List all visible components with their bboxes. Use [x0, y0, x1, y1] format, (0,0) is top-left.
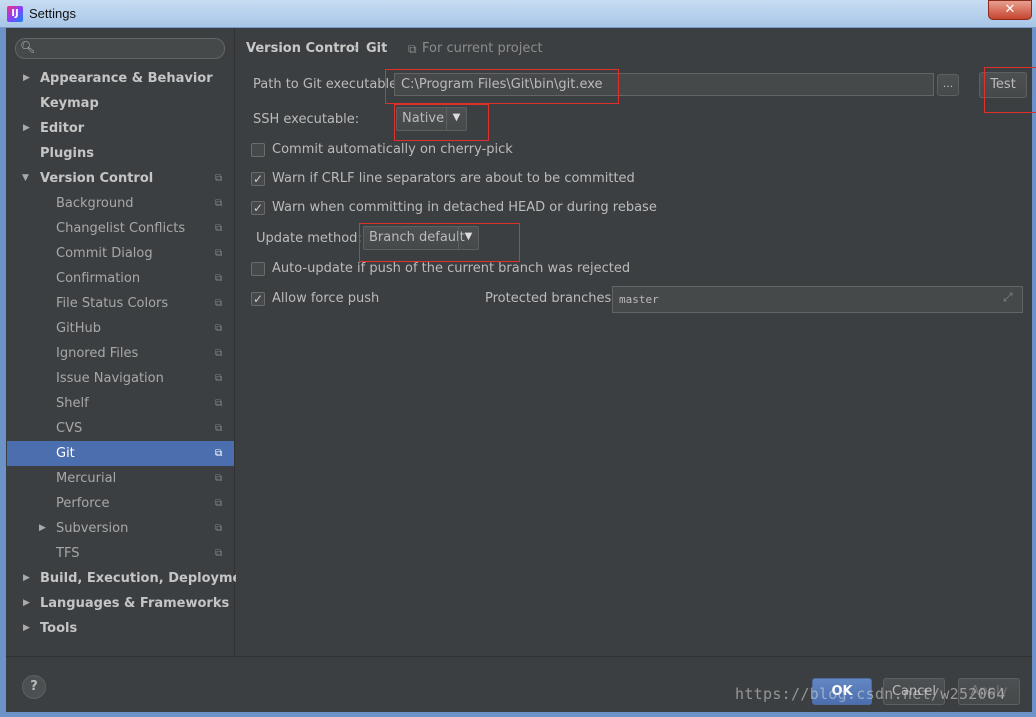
project-scope-icon: ⧉ [215, 498, 223, 509]
sidebar-item-background[interactable]: Background ⧉ [7, 191, 234, 216]
sidebar-item-build-execution-deployment[interactable]: ▶ Build, Execution, Deployment [7, 566, 257, 591]
dialog-footer: ? OK Cancel Apply [6, 656, 1032, 712]
project-scope-icon: ⧉ [215, 398, 223, 409]
project-scope-icon: ⧉ [215, 273, 223, 284]
expand-arrow-icon[interactable]: ▶ [23, 116, 30, 141]
close-window-button[interactable]: ✕ [988, 0, 1032, 20]
sidebar-item-editor[interactable]: ▶ Editor [7, 116, 234, 141]
highlight-box [984, 67, 1036, 113]
help-button[interactable]: ? [22, 675, 46, 699]
project-scope-icon: ⧉ [215, 473, 223, 484]
sidebar-item-keymap[interactable]: Keymap [7, 91, 234, 116]
project-scope-icon: ⧉ [215, 523, 223, 534]
highlight-box [394, 104, 489, 141]
sidebar-item-github[interactable]: GitHub ⧉ [7, 316, 234, 341]
auto-update-checkbox[interactable] [251, 262, 265, 276]
search-input[interactable] [38, 41, 218, 56]
project-scope-icon: ⧉ [215, 198, 223, 209]
project-scope-icon: ⧉ [215, 223, 223, 234]
search-icon[interactable]: 🔍︎ [20, 40, 35, 54]
project-scope-icon: ⧉ [215, 173, 223, 184]
intellij-app-icon: IJ [7, 6, 23, 22]
project-scope-icon: ⧉ [215, 548, 223, 559]
cherry-pick-label: Commit automatically on cherry-pick [272, 142, 513, 157]
ssh-label: SSH executable: [253, 112, 360, 127]
crlf-warning-checkbox[interactable]: ✓ [251, 172, 265, 186]
project-scope-icon: ⧉ [215, 423, 223, 434]
sidebar-item-shelf[interactable]: Shelf ⧉ [7, 391, 234, 416]
cherry-pick-checkbox[interactable] [251, 143, 265, 157]
sidebar-item-perforce[interactable]: Perforce ⧉ [7, 491, 234, 516]
sidebar-item-mercurial[interactable]: Mercurial ⧉ [7, 466, 234, 491]
project-scope-icon: ⧉ [215, 448, 223, 459]
project-scope-icon: ⧉ [408, 42, 417, 56]
expand-arrow-icon[interactable]: ▶ [23, 566, 30, 591]
window-titlebar: IJ Settings ✕ [0, 0, 1036, 28]
expand-arrow-icon[interactable]: ▶ [23, 66, 30, 91]
sidebar-item-tfs[interactable]: TFS ⧉ [7, 541, 234, 566]
sidebar-item-plugins[interactable]: Plugins [7, 141, 234, 166]
sidebar-item-changelist-conflicts[interactable]: Changelist Conflicts ⧉ [7, 216, 234, 241]
update-method-label: Update method: [256, 231, 362, 246]
settings-sidebar: 🔍︎ ▶ Appearance & Behavior Keymap ▶ Edit… [6, 28, 257, 656]
project-scope-icon: ⧉ [215, 248, 223, 259]
sidebar-item-issue-navigation[interactable]: Issue Navigation ⧉ [7, 366, 234, 391]
browse-button[interactable]: ... [937, 74, 959, 96]
sidebar-item-languages-frameworks[interactable]: ▶ Languages & Frameworks [7, 591, 234, 616]
breadcrumb-parent[interactable]: Version Control [246, 41, 359, 56]
git-settings-panel: Version Control › Git ⧉ For current proj… [236, 28, 1036, 656]
sidebar-item-git[interactable]: Git ⧉ [7, 441, 234, 466]
sidebar-item-version-control[interactable]: ▼ Version Control ⧉ [7, 166, 234, 191]
highlight-box [359, 223, 520, 262]
sidebar-item-file-status-colors[interactable]: File Status Colors ⧉ [7, 291, 234, 316]
breadcrumb-current: Git [366, 41, 388, 56]
sidebar-item-confirmation[interactable]: Confirmation ⧉ [7, 266, 234, 291]
git-path-label: Path to Git executable: [253, 77, 402, 92]
crlf-warning-label: Warn if CRLF line separators are about t… [272, 171, 635, 186]
settings-search: 🔍︎ [15, 38, 225, 59]
expand-arrow-icon[interactable]: ▶ [39, 516, 46, 541]
detached-head-label: Warn when committing in detached HEAD or… [272, 200, 657, 215]
project-scope-icon: ⧉ [215, 323, 223, 334]
protected-branches-field[interactable]: master [612, 286, 1023, 313]
auto-update-label: Auto-update if push of the current branc… [272, 261, 631, 276]
blog-watermark: https://blog.csdn.net/w252064 [735, 685, 1006, 703]
sidebar-item-ignored-files[interactable]: Ignored Files ⧉ [7, 341, 234, 366]
breadcrumb-scope: For current project [422, 41, 543, 56]
project-scope-icon: ⧉ [215, 373, 223, 384]
highlight-box [385, 69, 619, 104]
force-push-label: Allow force push [272, 291, 380, 306]
expand-arrow-icon[interactable]: ▶ [23, 616, 30, 641]
sidebar-item-cvs[interactable]: CVS ⧉ [7, 416, 234, 441]
sidebar-item-appearance-behavior[interactable]: ▶ Appearance & Behavior [7, 66, 234, 91]
project-scope-icon: ⧉ [215, 298, 223, 309]
breadcrumb-separator: › [353, 41, 359, 56]
project-scope-icon: ⧉ [215, 348, 223, 359]
expand-arrow-icon[interactable]: ▶ [23, 591, 30, 616]
sidebar-item-subversion[interactable]: ▶ Subversion ⧉ [7, 516, 234, 541]
protected-branches-label: Protected branches: [485, 291, 616, 306]
settings-dialog: 🔍︎ ▶ Appearance & Behavior Keymap ▶ Edit… [6, 28, 1036, 712]
sidebar-item-tools[interactable]: ▶ Tools [7, 616, 234, 641]
sidebar-item-commit-dialog[interactable]: Commit Dialog ⧉ [7, 241, 234, 266]
window-title: Settings [29, 6, 76, 21]
detached-head-checkbox[interactable]: ✓ [251, 201, 265, 215]
collapse-arrow-icon[interactable]: ▼ [22, 166, 29, 191]
expand-icon[interactable]: ⤢ [1003, 290, 1013, 305]
force-push-checkbox[interactable]: ✓ [251, 292, 265, 306]
